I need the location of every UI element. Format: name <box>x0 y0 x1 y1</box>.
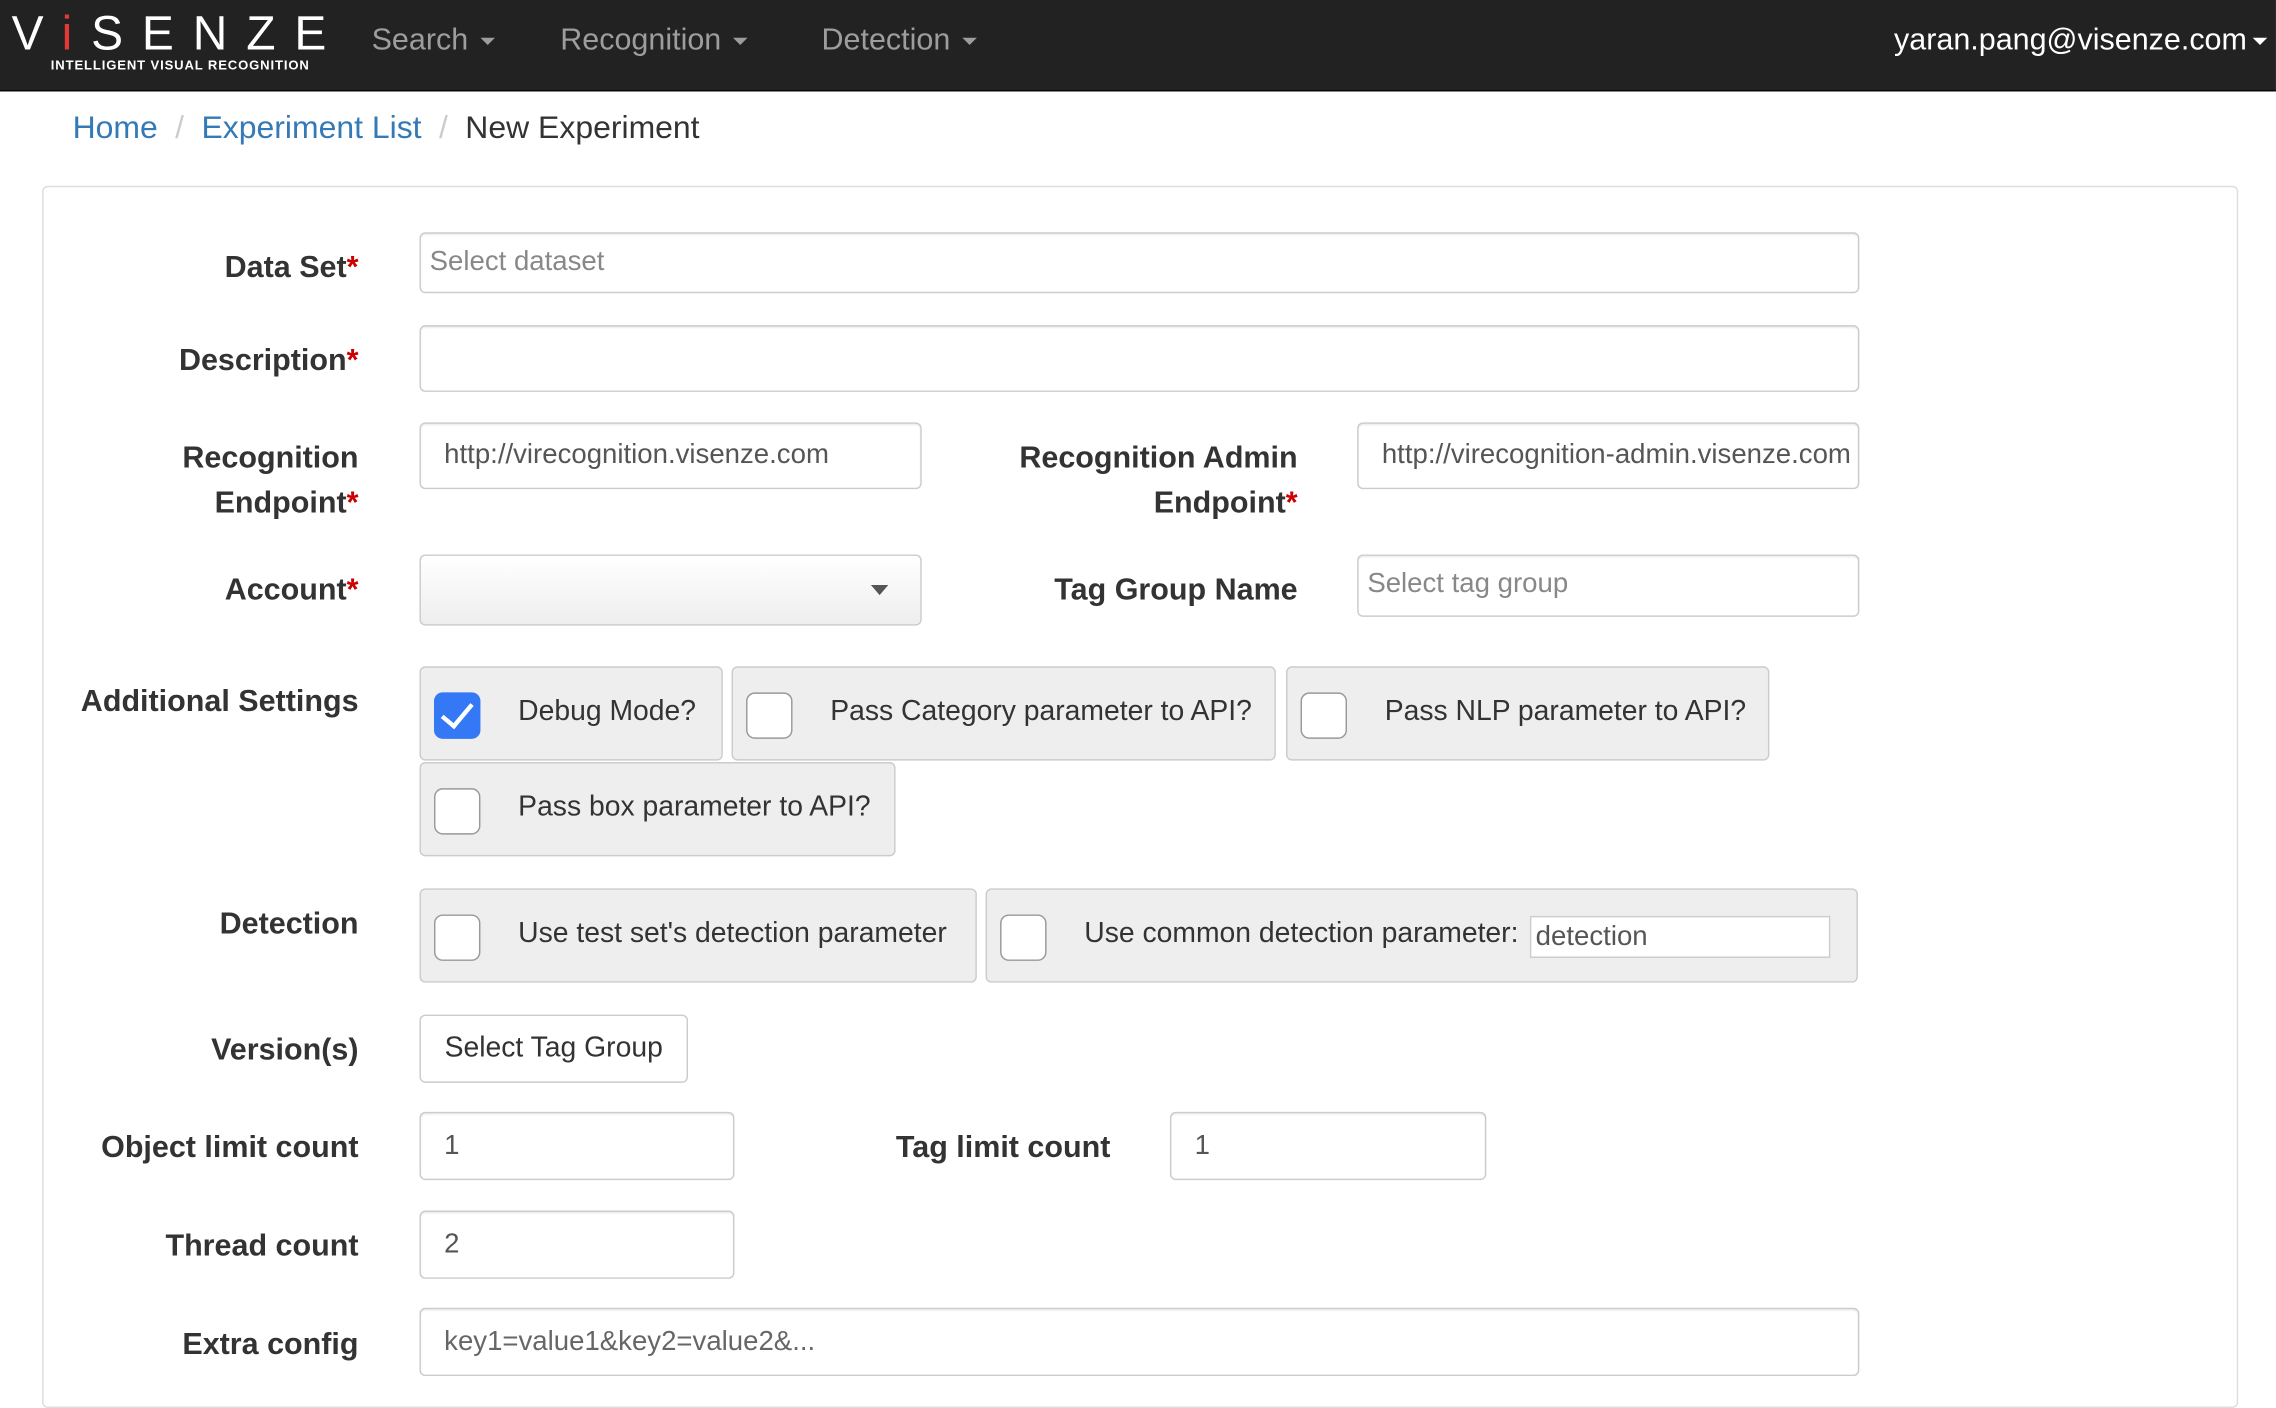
pass-nlp-checkbox[interactable] <box>1300 692 1347 739</box>
dataset-select-input[interactable]: Select dataset <box>419 232 1860 294</box>
breadcrumb-separator: / <box>438 108 448 146</box>
caret-down-icon <box>2252 37 2268 45</box>
select-tag-group-button[interactable]: Select Tag Group <box>419 1014 689 1083</box>
use-test-set-detection-option[interactable]: Use test set's detection parameter <box>419 888 977 983</box>
breadcrumb: Home / Experiment List / New Experiment <box>73 109 700 147</box>
use-common-detection-checkbox[interactable] <box>1000 914 1047 961</box>
pass-nlp-label: Pass NLP parameter to API? <box>1384 695 1747 728</box>
debug-mode-option[interactable]: Debug Mode? <box>419 666 723 761</box>
account-select[interactable] <box>419 554 922 626</box>
pass-box-option[interactable]: Pass box parameter to API? <box>419 762 896 857</box>
extra-config-label: Extra config <box>182 1328 359 1362</box>
nav-menu-recognition-label: Recognition <box>560 23 722 57</box>
breadcrumb-separator: / <box>175 108 185 146</box>
caret-down-icon <box>961 37 977 45</box>
top-navbar: ViSENZE INTELLIGENT VISUAL RECOGNITION S… <box>0 0 2276 92</box>
object-limit-input[interactable]: 1 <box>419 1111 735 1181</box>
debug-mode-label: Debug Mode? <box>518 695 697 728</box>
use-test-set-detection-checkbox[interactable] <box>433 914 481 961</box>
nav-menu-search[interactable]: Search <box>372 23 495 58</box>
recognition-admin-endpoint-label: Recognition Admin Endpoint* <box>1019 441 1298 520</box>
use-common-detection-option[interactable]: Use common detection parameter: detectio… <box>985 888 1858 983</box>
pass-category-label: Pass Category parameter to API? <box>830 695 1252 728</box>
tag-limit-label: Tag limit count <box>895 1130 1111 1165</box>
pass-box-checkbox[interactable] <box>433 788 481 835</box>
nav-menu-detection-label: Detection <box>821 23 951 57</box>
tag-group-name-label: Tag Group Name <box>1054 573 1298 607</box>
pass-category-option[interactable]: Pass Category parameter to API? <box>731 666 1276 761</box>
nav-menu-detection[interactable]: Detection <box>822 23 977 58</box>
use-common-detection-label: Use common detection parameter: <box>1084 917 1519 950</box>
account-label: Account* <box>224 573 359 607</box>
caret-down-icon <box>732 37 748 45</box>
breadcrumb-current: New Experiment <box>465 108 700 146</box>
nav-menu-search-label: Search <box>371 23 469 57</box>
common-detection-input[interactable]: detection <box>1529 915 1831 958</box>
extra-config-input[interactable]: key1=value1&key2=value2&... <box>419 1307 1860 1377</box>
recognition-endpoint-input[interactable]: http://virecognition.visenze.com <box>419 422 922 490</box>
user-email: yaran.pang@visenze.com <box>1894 23 2247 57</box>
recognition-admin-endpoint-input[interactable]: http://virecognition-admin.visenze.com <box>1357 422 1860 490</box>
visenze-logo[interactable]: ViSENZE INTELLIGENT VISUAL RECOGNITION <box>12 3 334 87</box>
object-limit-label: Object limit count <box>101 1130 359 1165</box>
user-menu[interactable]: yaran.pang@visenze.com <box>1894 23 2268 58</box>
logo-tagline: INTELLIGENT VISUAL RECOGNITION <box>50 58 310 73</box>
chevron-down-icon <box>870 584 889 596</box>
thread-count-label: Thread count <box>165 1229 359 1263</box>
use-test-set-detection-label: Use test set's detection parameter <box>518 917 947 950</box>
caret-down-icon <box>479 37 495 45</box>
pass-category-checkbox[interactable] <box>746 692 793 739</box>
nav-menu-recognition[interactable]: Recognition <box>560 23 748 58</box>
tag-limit-input[interactable]: 1 <box>1169 1111 1487 1181</box>
additional-settings-label: Additional Settings <box>80 685 359 719</box>
description-input[interactable] <box>419 325 1860 392</box>
versions-label: Version(s) <box>211 1033 359 1067</box>
thread-count-input[interactable]: 2 <box>419 1210 735 1279</box>
pass-nlp-option[interactable]: Pass NLP parameter to API? <box>1286 666 1770 761</box>
logo-wordmark: ViSENZE <box>11 5 346 60</box>
detection-label: Detection <box>219 907 359 941</box>
description-label: Description* <box>178 344 359 378</box>
debug-mode-checkbox[interactable] <box>433 692 481 739</box>
recognition-endpoint-label: Recognition Endpoint* <box>182 441 359 520</box>
dataset-label: Data Set* <box>224 251 359 285</box>
breadcrumb-home[interactable]: Home <box>73 109 158 145</box>
breadcrumb-experiment-list[interactable]: Experiment List <box>201 109 421 145</box>
pass-box-label: Pass box parameter to API? <box>518 791 871 824</box>
tag-group-select-input[interactable]: Select tag group <box>1357 554 1860 617</box>
